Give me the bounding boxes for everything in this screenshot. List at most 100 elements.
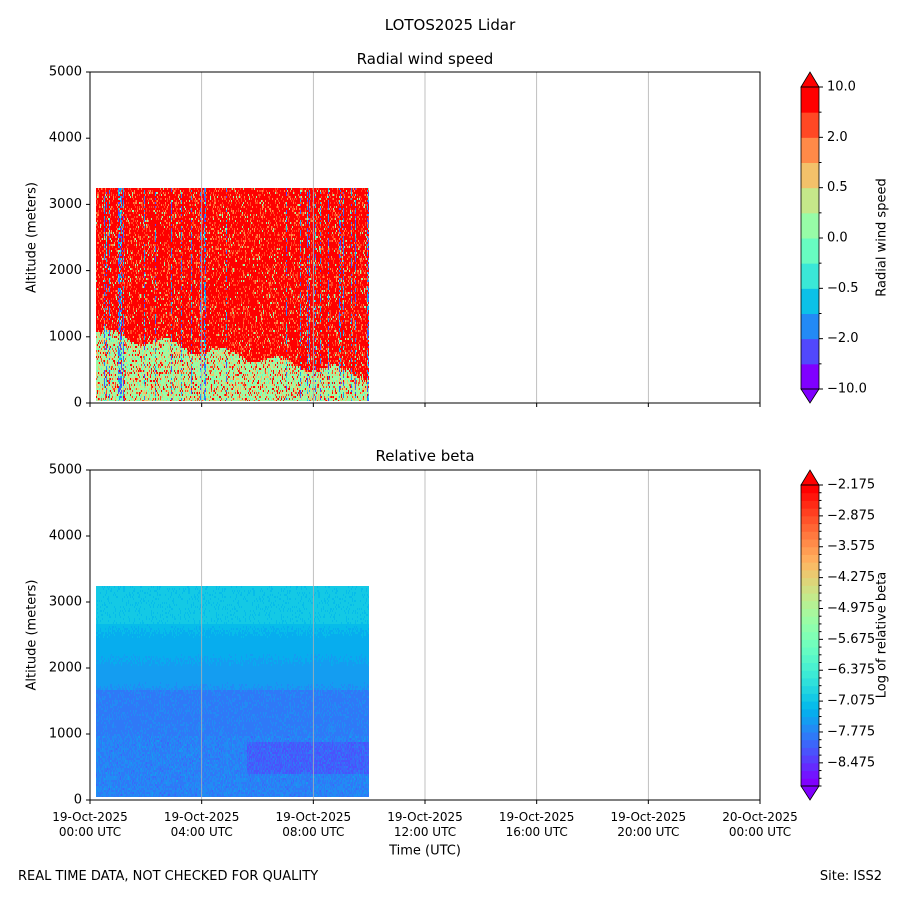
beta-colorbar-band: [801, 492, 819, 501]
figure: LOTOS2025 Lidar Radial wind speed Relati…: [0, 0, 900, 900]
beta-colorbar-ticklabel: −7.075: [827, 694, 875, 709]
wind-colorbar-band: [801, 238, 819, 264]
footer-note: REAL TIME DATA, NOT CHECKED FOR QUALITY: [18, 869, 319, 884]
xtick-date-label: 19-Oct-2025: [499, 810, 575, 824]
wind-ytick-label: 3000: [49, 197, 82, 212]
beta-ytick-label: 2000: [49, 661, 82, 676]
beta-ylabel: Altitude (meters): [25, 580, 40, 691]
beta-colorbar-label: Log of relative beta: [875, 572, 890, 699]
beta-colorbar-band: [801, 531, 819, 540]
beta-colorbar-band: [801, 608, 819, 617]
beta-colorbar-band: [801, 485, 819, 494]
beta-colorbar-band: [801, 500, 819, 509]
xtick-time-label: 00:00 UTC: [59, 825, 121, 839]
beta-colorbar-band: [801, 770, 819, 779]
beta-colorbar-ticklabel: −4.275: [827, 570, 875, 585]
beta-colorbar-ticklabel: −2.875: [827, 508, 875, 523]
wind-colorbar-extend-min: [800, 388, 820, 404]
wind-colorbar-band: [801, 112, 819, 138]
beta-ytick-label: 5000: [49, 463, 82, 478]
beta-colorbar-band: [801, 515, 819, 525]
beta-colorbar-band: [801, 693, 819, 702]
wind-colorbar-band: [801, 187, 819, 214]
beta-colorbar-extend-max: [800, 469, 820, 486]
wind-colorbar-band: [801, 263, 819, 289]
beta-colorbar-band: [801, 654, 819, 664]
wind-colorbar-band: [801, 87, 819, 113]
beta-colorbar-band: [801, 508, 819, 517]
beta-colorbar-band: [801, 616, 819, 625]
site-label: Site: ISS2: [819, 869, 882, 884]
x-axis-label: Time (UTC): [388, 844, 461, 859]
beta-colorbar-ticklabel: −3.575: [827, 539, 875, 554]
wind-colorbar-ticklabel: −0.5: [827, 281, 859, 296]
wind-ytick-label: 1000: [49, 329, 82, 344]
xtick-time-label: 16:00 UTC: [506, 825, 568, 839]
beta-colorbar-band: [801, 554, 819, 563]
beta-colorbar-band: [801, 631, 819, 640]
beta-ytick-label: 1000: [49, 727, 82, 742]
wind-ytick-label: 2000: [49, 263, 82, 278]
wind-colorbar-ticklabel: −10.0: [827, 382, 867, 397]
xtick-time-label: 00:00 UTC: [729, 825, 791, 839]
beta-colorbar-band: [801, 569, 819, 579]
wind-ytick-label: 5000: [49, 65, 82, 80]
beta-colorbar-band: [801, 593, 819, 602]
xtick-time-label: 08:00 UTC: [282, 825, 344, 839]
xtick-date-label: 19-Oct-2025: [52, 810, 128, 824]
beta-colorbar-band: [801, 724, 819, 733]
beta-colorbar-band: [801, 585, 819, 594]
xtick-time-label: 12:00 UTC: [394, 825, 456, 839]
xtick-date-label: 20-Oct-2025: [722, 810, 798, 824]
beta-colorbar-ticklabel: −2.175: [827, 478, 875, 493]
wind-colorbar-label: Radial wind speed: [875, 178, 890, 296]
wind-ytick-label: 4000: [49, 131, 82, 146]
beta-colorbar-ticklabel: −8.475: [827, 755, 875, 770]
beta-colorbar-band: [801, 716, 819, 725]
wind-colorbar-ticklabel: 10.0: [827, 80, 856, 95]
xtick-time-label: 04:00 UTC: [171, 825, 233, 839]
beta-colorbar-band: [801, 762, 819, 772]
xtick-date-label: 19-Oct-2025: [276, 810, 352, 824]
wind-colorbar-band: [801, 162, 819, 189]
axes-layer: 0 1000 2000 3000 4000 5000 Altitude (meters) 0 1…: [25, 65, 890, 859]
beta-colorbar-band: [801, 685, 819, 694]
beta-colorbar-band: [801, 623, 819, 633]
beta-colorbar-ticklabel: −4.975: [827, 601, 875, 616]
beta-colorbar-ticklabel: −5.675: [827, 632, 875, 647]
beta-colorbar-extend-min: [800, 785, 820, 801]
wind-colorbar-band: [801, 313, 819, 340]
beta-colorbar-band: [801, 739, 819, 748]
beta-colorbar-band: [801, 670, 819, 679]
beta-colorbar-band: [801, 523, 819, 532]
wind-colorbar-extend-max: [800, 71, 820, 88]
wind-colorbar-band: [801, 363, 819, 390]
beta-colorbar-band: [801, 755, 819, 764]
beta-colorbar-band: [801, 539, 819, 548]
wind-colorbar-ticklabel: 0.0: [827, 231, 848, 246]
beta-colorbar-ticklabel: −7.775: [827, 724, 875, 739]
wind-colorbar-ticklabel: 0.5: [827, 180, 848, 195]
xtick-date-label: 19-Oct-2025: [387, 810, 463, 824]
beta-colorbar-band: [801, 708, 819, 718]
beta-colorbar-band: [801, 577, 819, 586]
xtick-date-label: 19-Oct-2025: [164, 810, 240, 824]
beta-colorbar-band: [801, 546, 819, 555]
beta-colorbar-band: [801, 701, 819, 710]
wind-colorbar-ticklabel: −2.0: [827, 331, 859, 346]
beta-colorbar-band: [801, 639, 819, 648]
wind-colorbar-band: [801, 212, 819, 239]
beta-colorbar-ticklabel: −6.375: [827, 663, 875, 678]
wind-ylabel: Altitude (meters): [25, 182, 40, 293]
beta-colorbar-band: [801, 747, 819, 756]
wind-colorbar-ticklabel: 2.0: [827, 130, 848, 145]
beta-ytick-label: 3000: [49, 595, 82, 610]
beta-ytick-label: 0: [74, 793, 82, 808]
wind-colorbar-band: [801, 137, 819, 163]
beta-colorbar-band: [801, 662, 819, 671]
wind-ytick-label: 0: [74, 396, 82, 411]
xtick-date-label: 19-Oct-2025: [611, 810, 687, 824]
beta-colorbar-band: [801, 562, 819, 571]
xtick-time-label: 20:00 UTC: [617, 825, 679, 839]
beta-colorbar-band: [801, 731, 819, 741]
